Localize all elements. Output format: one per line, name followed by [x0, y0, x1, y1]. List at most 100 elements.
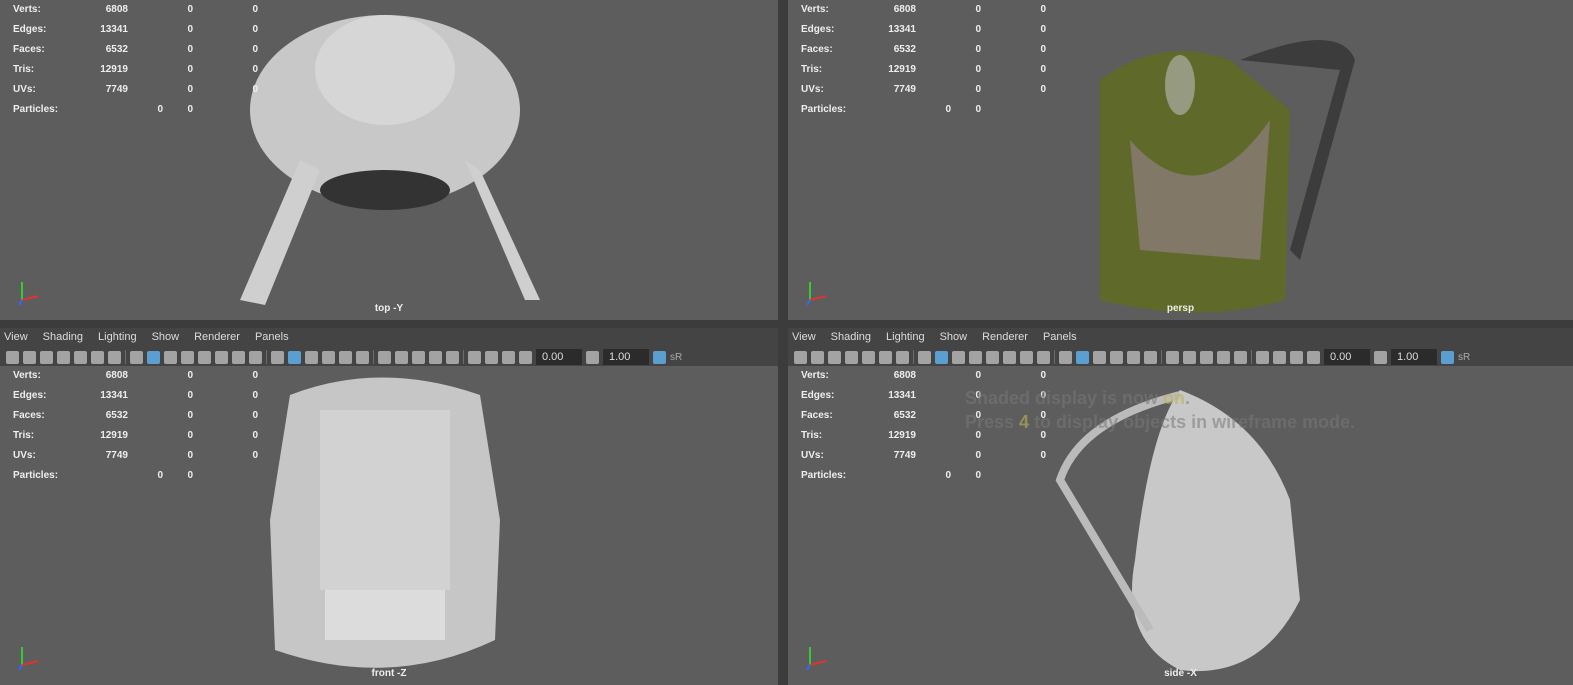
stat-value: 0 [975, 64, 981, 75]
menu-shading[interactable]: Shading [831, 331, 871, 343]
toolbar-icon-button[interactable] [1234, 350, 1247, 364]
toolbar-separator [373, 350, 374, 364]
toolbar-icon-button[interactable] [1020, 350, 1033, 364]
toolbar-icon-button[interactable] [232, 350, 245, 364]
toolbar-icon-button[interactable] [215, 350, 228, 364]
stat-value: 0 [252, 390, 258, 401]
stat-row: Particles: 0 0 [801, 104, 1061, 124]
menu-renderer[interactable]: Renderer [194, 331, 240, 343]
toolbar-icon-button[interactable] [952, 350, 965, 364]
toolbar-icon-button[interactable] [429, 350, 442, 364]
shaded-display-hud-message: Shaded display is now on. Press 4 to disp… [965, 388, 1356, 432]
toolbar-icon-button[interactable] [828, 350, 841, 364]
menu-show[interactable]: Show [152, 331, 180, 343]
menu-lighting[interactable]: Lighting [886, 331, 925, 343]
toolbar-icon-button[interactable] [1217, 350, 1230, 364]
toolbar-icon-button[interactable] [1093, 350, 1106, 364]
toolbar-icon-button[interactable] [1127, 350, 1140, 364]
toolbar-icon-button[interactable] [91, 350, 104, 364]
toolbar-icon-button[interactable] [1307, 350, 1320, 364]
toolbar-separator [1161, 350, 1162, 364]
toolbar-icon-button[interactable] [271, 350, 284, 364]
toolbar-icon-button[interactable] [322, 350, 335, 364]
toolbar-icon-button[interactable] [1076, 350, 1089, 364]
toolbar-icon-button[interactable] [896, 350, 909, 364]
toolbar-icon-button[interactable] [862, 350, 875, 364]
toolbar-icon-button[interactable] [1200, 350, 1213, 364]
menu-lighting[interactable]: Lighting [98, 331, 137, 343]
toolbar-icon-button[interactable] [1256, 350, 1269, 364]
toolbar-icon-button[interactable] [1003, 350, 1016, 364]
viewport-canvas[interactable]: Verts: 6808 0 0 Edges: 13341 0 0 Faces: 6532 0 0 Tri… [0, 366, 778, 685]
stat-label: Particles: [801, 104, 847, 115]
menu-panels[interactable]: Panels [1043, 331, 1077, 343]
menu-shading[interactable]: Shading [43, 331, 83, 343]
stat-label: Tris: [801, 64, 823, 75]
stat-value: 7749 [105, 84, 128, 95]
toolbar-icon-button[interactable] [1273, 350, 1286, 364]
toolbar-icon-button[interactable] [1110, 350, 1123, 364]
toolbar-icon-button[interactable] [249, 350, 262, 364]
toolbar-icon-button[interactable] [6, 350, 19, 364]
menu-renderer[interactable]: Renderer [982, 331, 1028, 343]
toolbar-icon-button[interactable] [288, 350, 301, 364]
toolbar-icon-button[interactable] [794, 350, 807, 364]
toolbar-icon-button[interactable] [1037, 350, 1050, 364]
viewport-canvas[interactable]: Verts: 6808 0 0 Edges: 13341 0 0 Faces: 6532 0 0 Tri… [788, 0, 1573, 320]
toolbar-icon-button[interactable] [412, 350, 425, 364]
toolbar-icon-button[interactable] [1166, 350, 1179, 364]
menu-show[interactable]: Show [940, 331, 968, 343]
toolbar-icon-button[interactable] [164, 350, 177, 364]
toolbar-icon-button[interactable] [446, 350, 459, 364]
exposure-field[interactable]: 0.00 [536, 349, 582, 365]
toolbar-icon-button[interactable] [918, 350, 931, 364]
menu-view[interactable]: View [792, 331, 816, 343]
stat-value: 12919 [100, 430, 128, 441]
toolbar-icon-button[interactable] [935, 350, 948, 364]
toolbar-icon-button[interactable] [845, 350, 858, 364]
menu-panels[interactable]: Panels [255, 331, 289, 343]
toolbar-icon-button[interactable] [1144, 350, 1157, 364]
stat-value: 0 [187, 390, 193, 401]
toolbar-icon-button[interactable] [130, 350, 143, 364]
toolbar-icon-button[interactable] [378, 350, 391, 364]
toolbar-icon-button[interactable] [108, 350, 121, 364]
toolbar-icon-button[interactable] [339, 350, 352, 364]
toolbar-icon-button[interactable] [969, 350, 982, 364]
gamma-field[interactable]: 1.00 [1391, 349, 1437, 365]
toolbar-icon-button[interactable] [986, 350, 999, 364]
toolbar-icon-button[interactable] [57, 350, 70, 364]
toolbar-icon-button[interactable] [198, 350, 211, 364]
toolbar-icon-button[interactable] [468, 350, 481, 364]
gamma-field[interactable]: 1.00 [603, 349, 649, 365]
toolbar-icon-button[interactable] [74, 350, 87, 364]
toolbar-icon-button[interactable] [1059, 350, 1072, 364]
viewport-canvas[interactable]: Verts: 6808 0 0 Edges: 13341 0 0 Faces: 6532 0 0 Tri… [0, 0, 778, 320]
color-management-toggle[interactable] [1441, 350, 1454, 364]
menu-view[interactable]: View [4, 331, 28, 343]
gamma-icon [586, 350, 599, 364]
stat-value: 7749 [893, 450, 916, 461]
toolbar-icon-button[interactable] [879, 350, 892, 364]
stat-value: 12919 [100, 64, 128, 75]
exposure-field[interactable]: 0.00 [1324, 349, 1370, 365]
toolbar-icon-button[interactable] [147, 350, 160, 364]
toolbar-icon-button[interactable] [485, 350, 498, 364]
toolbar-icon-button[interactable] [502, 350, 515, 364]
toolbar-icon-button[interactable] [356, 350, 369, 364]
toolbar-icon-button[interactable] [519, 350, 532, 364]
toolbar-icon-button[interactable] [1183, 350, 1196, 364]
toolbar-icon-button[interactable] [395, 350, 408, 364]
toolbar-icon-button[interactable] [23, 350, 36, 364]
camera-label: front -Z [371, 668, 407, 679]
stat-label: UVs: [13, 450, 36, 461]
toolbar-icon-button[interactable] [305, 350, 318, 364]
stat-value: 0 [252, 24, 258, 35]
toolbar-icon-button[interactable] [1290, 350, 1303, 364]
color-management-toggle[interactable] [653, 350, 666, 364]
toolbar-separator [463, 350, 464, 364]
stat-label: UVs: [13, 84, 36, 95]
toolbar-icon-button[interactable] [811, 350, 824, 364]
toolbar-icon-button[interactable] [181, 350, 194, 364]
toolbar-icon-button[interactable] [40, 350, 53, 364]
